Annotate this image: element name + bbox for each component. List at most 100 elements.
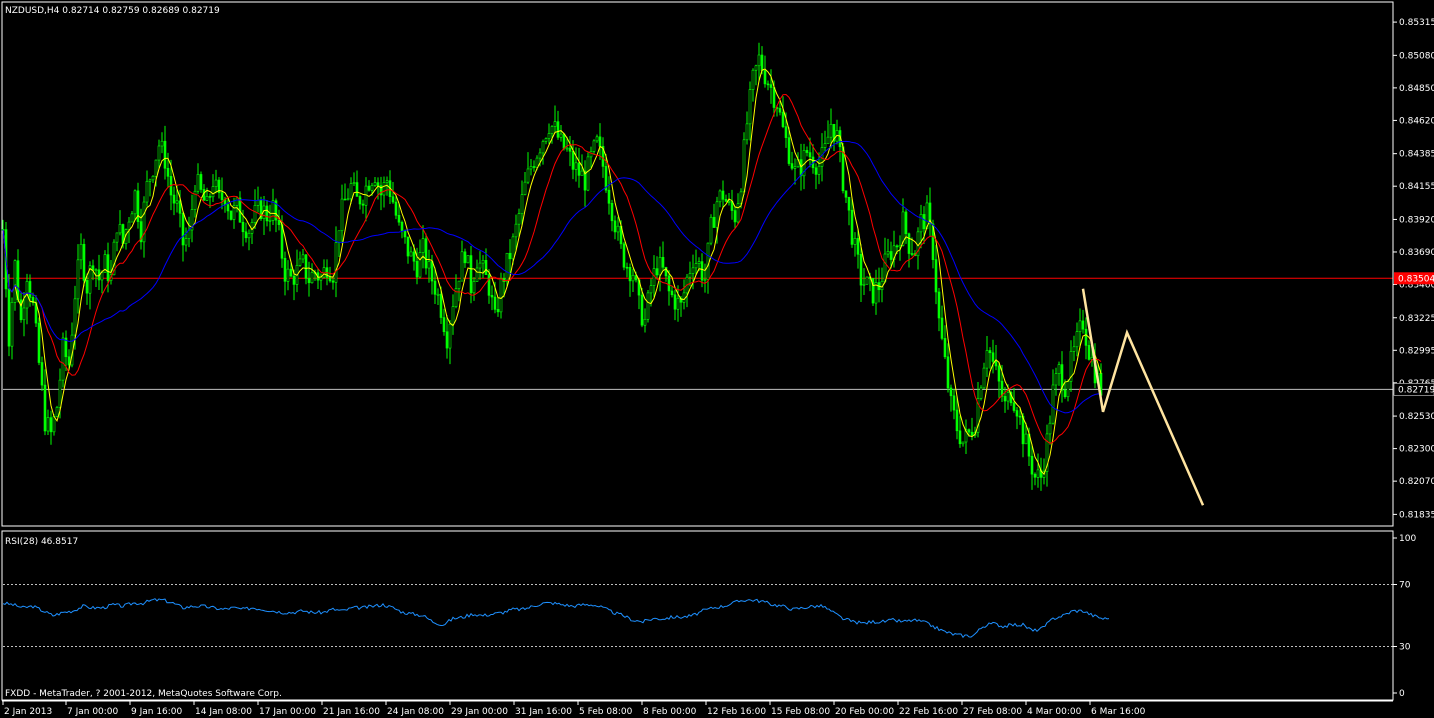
candle-body <box>784 126 788 138</box>
candle-body <box>175 200 179 204</box>
chart-canvas[interactable]: 0.85315 0.85080 0.84850 0.84620 0.84385 0.841… <box>0 0 1434 718</box>
candle-body <box>301 254 305 260</box>
candle-body <box>55 407 59 417</box>
price-tick-label: 0.81835 <box>1399 510 1434 520</box>
candle-body <box>856 238 860 255</box>
candle-body <box>970 431 974 436</box>
candle-body <box>886 251 890 255</box>
candle-body <box>475 267 479 282</box>
candle-body <box>955 409 959 432</box>
candle-body <box>883 253 887 282</box>
candle-body <box>160 140 164 147</box>
candle-body <box>538 152 542 159</box>
time-tick-label: 31 Jan 16:00 <box>515 707 572 717</box>
candle-body <box>721 190 725 200</box>
candle-body <box>256 200 260 206</box>
candle-body <box>751 69 755 90</box>
candle-body <box>736 203 740 223</box>
candle-body <box>553 121 557 127</box>
candle-body <box>463 251 467 264</box>
candle-body <box>907 233 911 254</box>
candle-body <box>307 278 311 284</box>
candle-body <box>895 245 899 248</box>
candle-body <box>490 295 494 298</box>
candle-body <box>115 232 119 243</box>
candle-body <box>118 224 122 234</box>
candle-body <box>253 205 257 223</box>
candle-body <box>157 145 161 161</box>
candle-body <box>1003 396 1007 402</box>
candle-body <box>904 211 908 235</box>
candle-body <box>937 291 941 319</box>
candle-body <box>769 84 773 88</box>
time-tick-label: 14 Jan 08:00 <box>195 707 252 717</box>
candle-body <box>406 236 410 257</box>
candle-body <box>73 298 77 336</box>
candle-body <box>130 213 134 223</box>
time-tick-label: 27 Feb 08:00 <box>963 707 1022 717</box>
candle-body <box>265 205 269 222</box>
candle-body <box>208 196 212 198</box>
candle-body <box>943 338 947 358</box>
candle-body <box>271 200 275 221</box>
candle-body <box>742 139 746 193</box>
candle-body <box>133 190 137 215</box>
candle-body <box>373 182 377 186</box>
candle-body <box>328 277 332 282</box>
candle-body <box>310 272 314 284</box>
candle-body <box>424 238 428 269</box>
candle-body <box>1030 455 1034 475</box>
candle-body <box>472 281 476 294</box>
candle-body <box>28 281 32 298</box>
time-tick-label: 20 Feb 00:00 <box>835 707 894 717</box>
candle-body <box>610 203 614 222</box>
candle-body <box>574 162 578 170</box>
candle-body <box>82 243 86 281</box>
candle-body <box>94 269 98 272</box>
candle-body <box>205 196 209 201</box>
candle-body <box>544 138 548 142</box>
candle-body <box>7 288 11 347</box>
candle-body <box>826 136 830 145</box>
candle-body <box>514 223 518 238</box>
time-tick-label: 8 Feb 00:00 <box>643 707 697 717</box>
candle-body <box>649 285 653 294</box>
candle-body <box>445 331 449 349</box>
candle-body <box>352 182 356 184</box>
candle-body <box>859 254 863 286</box>
candle-body <box>220 192 224 200</box>
candle-body <box>1081 320 1085 330</box>
candle-body <box>13 260 17 303</box>
candle-body <box>457 280 461 289</box>
time-tick-label: 21 Jan 16:00 <box>323 707 380 717</box>
candle-body <box>682 292 686 303</box>
time-tick-label: 15 Feb 08:00 <box>771 707 830 717</box>
candle-body <box>628 267 632 282</box>
candle-body <box>808 152 812 158</box>
candle-body <box>418 252 422 278</box>
candle-body <box>598 136 602 147</box>
candle-body <box>286 268 290 282</box>
candle-body <box>535 157 539 168</box>
price-level-label: 0.83504 <box>1398 274 1434 284</box>
candle-body <box>181 213 185 246</box>
candle-body <box>760 54 764 71</box>
candle-body <box>349 183 353 200</box>
candle-body <box>994 361 998 367</box>
candle-body <box>862 283 866 286</box>
candle-body <box>889 251 893 260</box>
candle-body <box>1075 331 1079 348</box>
candle-body <box>532 166 536 168</box>
candle-body <box>40 362 44 386</box>
candle-body <box>247 232 251 239</box>
candle-body <box>733 210 737 223</box>
candle-body <box>697 261 701 264</box>
candle-body <box>166 167 170 177</box>
price-level-label: 0.82719 <box>1398 385 1434 395</box>
candle-body <box>268 220 272 222</box>
candle-body <box>346 198 350 201</box>
candle-body <box>145 181 149 203</box>
candle-body <box>427 261 431 269</box>
candle-body <box>718 190 722 203</box>
time-tick-label: 5 Feb 08:00 <box>579 707 633 717</box>
